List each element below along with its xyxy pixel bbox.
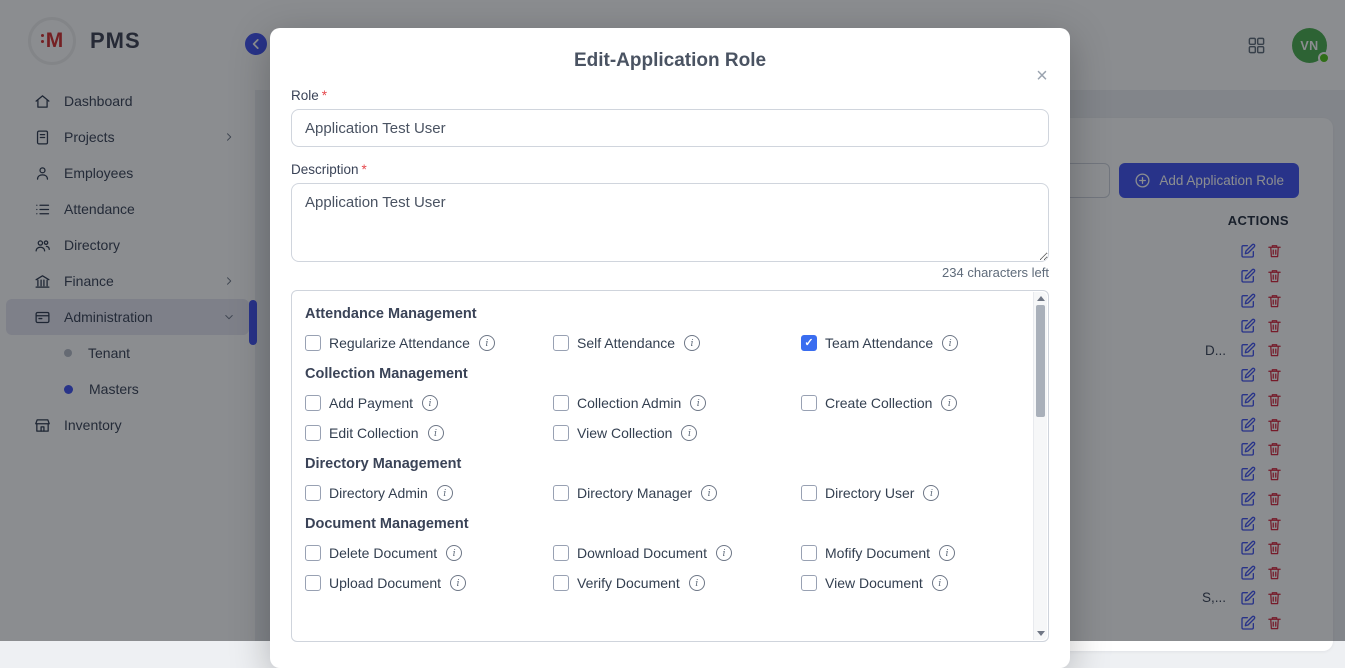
info-icon: i (437, 485, 453, 501)
info-icon: i (428, 425, 444, 441)
permission-option-verify-document[interactable]: Verify Document i (553, 575, 801, 591)
checkbox-icon[interactable] (553, 395, 569, 411)
permission-option-directory-admin[interactable]: Directory Admin i (305, 485, 553, 501)
permission-option-label: Download Document (577, 545, 707, 561)
permission-option-label: Directory Manager (577, 485, 692, 501)
permission-option-edit-collection[interactable]: Edit Collection i (305, 425, 553, 441)
permission-option-label: Add Payment (329, 395, 413, 411)
checkbox-icon[interactable] (801, 395, 817, 411)
permission-option-regularize-attendance[interactable]: Regularize Attendance i (305, 335, 553, 351)
scrollbar-thumb[interactable] (1036, 305, 1045, 417)
permission-group-title: Attendance Management (305, 306, 1018, 322)
description-textarea[interactable]: Application Test User (291, 183, 1049, 262)
info-icon: i (689, 575, 705, 591)
required-asterisk: * (362, 162, 367, 177)
permission-group-title: Collection Management (305, 366, 1018, 382)
info-icon: i (941, 395, 957, 411)
checkbox-icon[interactable] (553, 425, 569, 441)
permission-option-label: Mofify Document (825, 545, 930, 561)
info-icon: i (701, 485, 717, 501)
permission-groups: Attendance Management Regularize Attendan… (305, 306, 1018, 591)
permission-option-label: Edit Collection (329, 425, 419, 441)
permission-grid: Add PaymentiCollection AdminiCreate Coll… (305, 395, 1018, 441)
permission-option-delete-document[interactable]: Delete Document i (305, 545, 553, 561)
permission-option-collection-admin[interactable]: Collection Admin i (553, 395, 801, 411)
permission-option-download-document[interactable]: Download Document i (553, 545, 801, 561)
permission-group-title: Directory Management (305, 456, 1018, 472)
info-icon: i (923, 485, 939, 501)
permissions-panel: Attendance Management Regularize Attendan… (291, 290, 1049, 642)
required-asterisk: * (322, 88, 327, 103)
permission-option-label: Verify Document (577, 575, 680, 591)
permission-option-label: Create Collection (825, 395, 932, 411)
description-label: Description* (291, 162, 1049, 177)
role-input[interactable] (291, 109, 1049, 147)
checkbox-icon[interactable] (305, 335, 321, 351)
info-icon: i (479, 335, 495, 351)
checkbox-icon[interactable] (801, 485, 817, 501)
info-icon: i (942, 335, 958, 351)
permission-option-upload-document[interactable]: Upload Document i (305, 575, 553, 591)
app-root: M PMS DashboardProjectsEmployeesAttendan… (0, 0, 1345, 641)
permission-option-label: Self Attendance (577, 335, 675, 351)
checkbox-icon[interactable] (305, 485, 321, 501)
permission-option-label: Collection Admin (577, 395, 681, 411)
permission-group: Document ManagementDelete DocumentiDownl… (305, 516, 1018, 591)
checkbox-checked-icon[interactable]: ✓ (801, 335, 817, 351)
permission-option-label: Delete Document (329, 545, 437, 561)
info-icon: i (446, 545, 462, 561)
permission-group: Directory ManagementDirectory AdminiDire… (305, 456, 1018, 501)
checkbox-icon[interactable] (801, 545, 817, 561)
close-icon[interactable]: × (1028, 62, 1056, 90)
permission-group-title: Document Management (305, 516, 1018, 532)
permission-option-label: View Document (825, 575, 923, 591)
info-icon: i (681, 425, 697, 441)
checkbox-icon[interactable] (553, 335, 569, 351)
permission-option-label: Team Attendance (825, 335, 933, 351)
permission-option-label: Upload Document (329, 575, 441, 591)
info-icon: i (450, 575, 466, 591)
permission-option-directory-user[interactable]: Directory User i (801, 485, 1018, 501)
permission-grid: Delete DocumentiDownload DocumentiMofify… (305, 545, 1018, 591)
permission-option-label: Directory Admin (329, 485, 428, 501)
permission-option-create-collection[interactable]: Create Collection i (801, 395, 1018, 411)
permission-option-view-document[interactable]: View Document i (801, 575, 1018, 591)
permission-option-label: Regularize Attendance (329, 335, 470, 351)
info-icon: i (422, 395, 438, 411)
permissions-scrollbar[interactable] (1033, 292, 1047, 640)
permission-group: Attendance Management Regularize Attendan… (305, 306, 1018, 351)
scroll-up-icon[interactable] (1034, 292, 1047, 305)
checkbox-icon[interactable] (553, 545, 569, 561)
permission-group: Collection ManagementAdd PaymentiCollect… (305, 366, 1018, 441)
edit-application-role-modal: × Edit-Application Role Role* Descriptio… (270, 28, 1070, 668)
info-icon: i (716, 545, 732, 561)
info-icon: i (939, 545, 955, 561)
permission-option-add-payment[interactable]: Add Payment i (305, 395, 553, 411)
info-icon: i (690, 395, 706, 411)
modal-title: Edit-Application Role (291, 50, 1049, 72)
scroll-down-icon[interactable] (1034, 627, 1047, 640)
info-icon: i (932, 575, 948, 591)
role-label: Role* (291, 88, 1049, 103)
permission-option-view-collection[interactable]: View Collection i (553, 425, 801, 441)
permission-option-label: View Collection (577, 425, 672, 441)
checkbox-icon[interactable] (305, 395, 321, 411)
characters-left-counter: 234 characters left (291, 265, 1049, 280)
permission-option-mofify-document[interactable]: Mofify Document i (801, 545, 1018, 561)
checkbox-icon[interactable] (305, 425, 321, 441)
permission-grid: Directory AdminiDirectory ManageriDirect… (305, 485, 1018, 501)
permission-option-self-attendance[interactable]: Self Attendance i (553, 335, 801, 351)
checkbox-icon[interactable] (305, 545, 321, 561)
checkbox-icon[interactable] (801, 575, 817, 591)
checkbox-icon[interactable] (553, 575, 569, 591)
checkbox-icon[interactable] (305, 575, 321, 591)
checkbox-icon[interactable] (553, 485, 569, 501)
permission-option-directory-manager[interactable]: Directory Manager i (553, 485, 801, 501)
permission-option-label: Directory User (825, 485, 914, 501)
permission-option-team-attendance[interactable]: ✓ Team Attendance i (801, 335, 1018, 351)
info-icon: i (684, 335, 700, 351)
permission-grid: Regularize Attendance i Self Attendance i ✓ T… (305, 335, 1018, 351)
